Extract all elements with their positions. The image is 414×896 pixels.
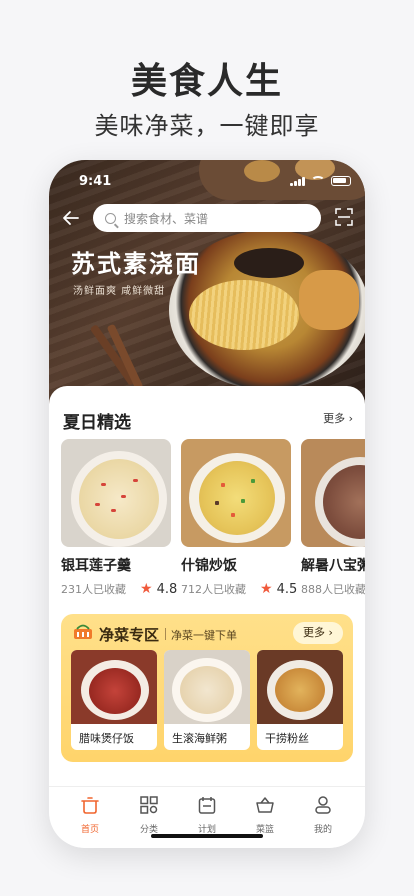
clean-zone-more-button[interactable]: 更多 › xyxy=(293,622,343,644)
hero-subtitle: 汤鲜面爽 咸鲜微甜 xyxy=(73,286,166,297)
recipe-meta: 712人已收藏 ★ 4.5 xyxy=(181,581,297,597)
rating-value: 4.8 xyxy=(156,581,178,597)
search-input[interactable]: 搜索食材、菜谱 xyxy=(93,204,321,232)
recipe-card[interactable]: 银耳莲子羹 231人已收藏 ★ 4.8 xyxy=(61,439,177,597)
tab-basket[interactable]: 菜篮 xyxy=(240,795,290,835)
recipe-card[interactable]: 什锦炒饭 712人已收藏 ★ 4.5 xyxy=(181,439,297,597)
clean-zone-subtitle: 净菜一键下单 xyxy=(171,629,237,642)
recipe-card[interactable]: 解暑八宝粥 888人已收藏 xyxy=(301,439,365,597)
top-nav: 搜索食材、菜谱 xyxy=(49,202,365,234)
scan-icon xyxy=(335,208,353,226)
recipe-name: 解暑八宝粥 xyxy=(301,558,365,574)
clean-dish-card[interactable]: 腊味煲仔饭 xyxy=(71,650,157,750)
tab-label: 首页 xyxy=(80,825,99,835)
scan-button[interactable] xyxy=(335,208,353,226)
home-pot-icon xyxy=(81,797,99,814)
dish-image xyxy=(71,650,157,724)
wifi-icon xyxy=(311,176,325,186)
back-button[interactable] xyxy=(61,208,83,230)
gluten-image xyxy=(299,270,359,330)
more-label: 更多 xyxy=(303,626,326,639)
recipe-meta: 888人已收藏 xyxy=(301,581,365,597)
hero-title: 苏式素浇面 xyxy=(71,249,201,278)
clean-dish-card[interactable]: 生滚海鲜粥 xyxy=(164,650,250,750)
status-bar: 9:41 xyxy=(49,160,365,204)
favorites-count: 888人已收藏 xyxy=(301,583,365,596)
phone-frame: 苏式素浇面 汤鲜面爽 咸鲜微甜 9:41 搜索食材、菜谱 夏日精选 更多 › 银… xyxy=(49,160,365,848)
signal-icon xyxy=(290,176,305,186)
favorites-count: 231人已收藏 xyxy=(61,583,126,596)
summer-picks-list: 银耳莲子羹 231人已收藏 ★ 4.8 什锦炒饭 712人已收藏 ★ 4.5 解… xyxy=(61,439,365,597)
clean-vegetable-zone: 净菜专区 净菜一键下单 更多 › 腊味煲仔饭 生滚海鲜粥 干捞粉丝 xyxy=(61,614,353,762)
summer-picks-title: 夏日精选 xyxy=(63,413,131,433)
star-icon: ★ xyxy=(260,581,273,597)
calendar-icon xyxy=(198,797,216,814)
favorites-count: 712人已收藏 xyxy=(181,583,246,596)
status-time: 9:41 xyxy=(79,174,112,189)
summer-picks-more-link[interactable]: 更多 › xyxy=(323,410,353,426)
profile-icon xyxy=(315,796,331,814)
basket-icon xyxy=(256,797,274,813)
chevron-right-icon: › xyxy=(345,412,353,425)
divider xyxy=(165,628,166,640)
dish-image xyxy=(164,650,250,724)
home-indicator[interactable] xyxy=(151,834,263,838)
recipe-image xyxy=(61,439,171,547)
mushroom-image xyxy=(234,248,304,278)
search-placeholder: 搜索食材、菜谱 xyxy=(124,211,209,226)
tab-profile[interactable]: 我的 xyxy=(298,795,348,835)
bottom-tab-bar: 首页 分类 计划 菜篮 我的 xyxy=(49,786,365,848)
promo-title: 美食人生 xyxy=(130,61,283,102)
recipe-name: 什锦炒饭 xyxy=(181,558,237,574)
main-content: 夏日精选 更多 › 银耳莲子羹 231人已收藏 ★ 4.8 什锦炒饭 712人已… xyxy=(49,386,365,786)
rating-value: 4.5 xyxy=(276,581,298,597)
dish-name: 干捞粉丝 xyxy=(265,732,309,745)
back-arrow-icon xyxy=(63,211,79,225)
battery-icon xyxy=(331,176,351,186)
status-icons xyxy=(290,176,351,186)
chevron-right-icon: › xyxy=(325,626,333,639)
dish-name: 生滚海鲜粥 xyxy=(172,732,227,745)
recipe-name: 银耳莲子羹 xyxy=(61,558,131,574)
recipe-image xyxy=(181,439,291,547)
clean-dish-card[interactable]: 干捞粉丝 xyxy=(257,650,343,750)
dish-name: 腊味煲仔饭 xyxy=(79,732,134,745)
tab-category[interactable]: 分类 xyxy=(124,795,174,835)
tab-home[interactable]: 首页 xyxy=(65,795,115,835)
tab-plan[interactable]: 计划 xyxy=(182,795,232,835)
more-label: 更多 xyxy=(323,412,346,425)
promo-subtitle: 美味净菜，一键即享 xyxy=(94,112,320,140)
clean-zone-list: 腊味煲仔饭 生滚海鲜粥 干捞粉丝 xyxy=(71,650,351,750)
recipe-meta: 231人已收藏 ★ 4.8 xyxy=(61,581,177,597)
recipe-image xyxy=(301,439,365,547)
tab-label: 我的 xyxy=(313,825,332,835)
noodles-image xyxy=(189,280,299,350)
category-grid-icon xyxy=(140,796,158,814)
clean-zone-title: 净菜专区 xyxy=(99,626,160,644)
dish-image xyxy=(257,650,343,724)
search-icon xyxy=(105,212,116,224)
star-icon: ★ xyxy=(140,581,153,597)
basket-icon xyxy=(74,624,92,639)
